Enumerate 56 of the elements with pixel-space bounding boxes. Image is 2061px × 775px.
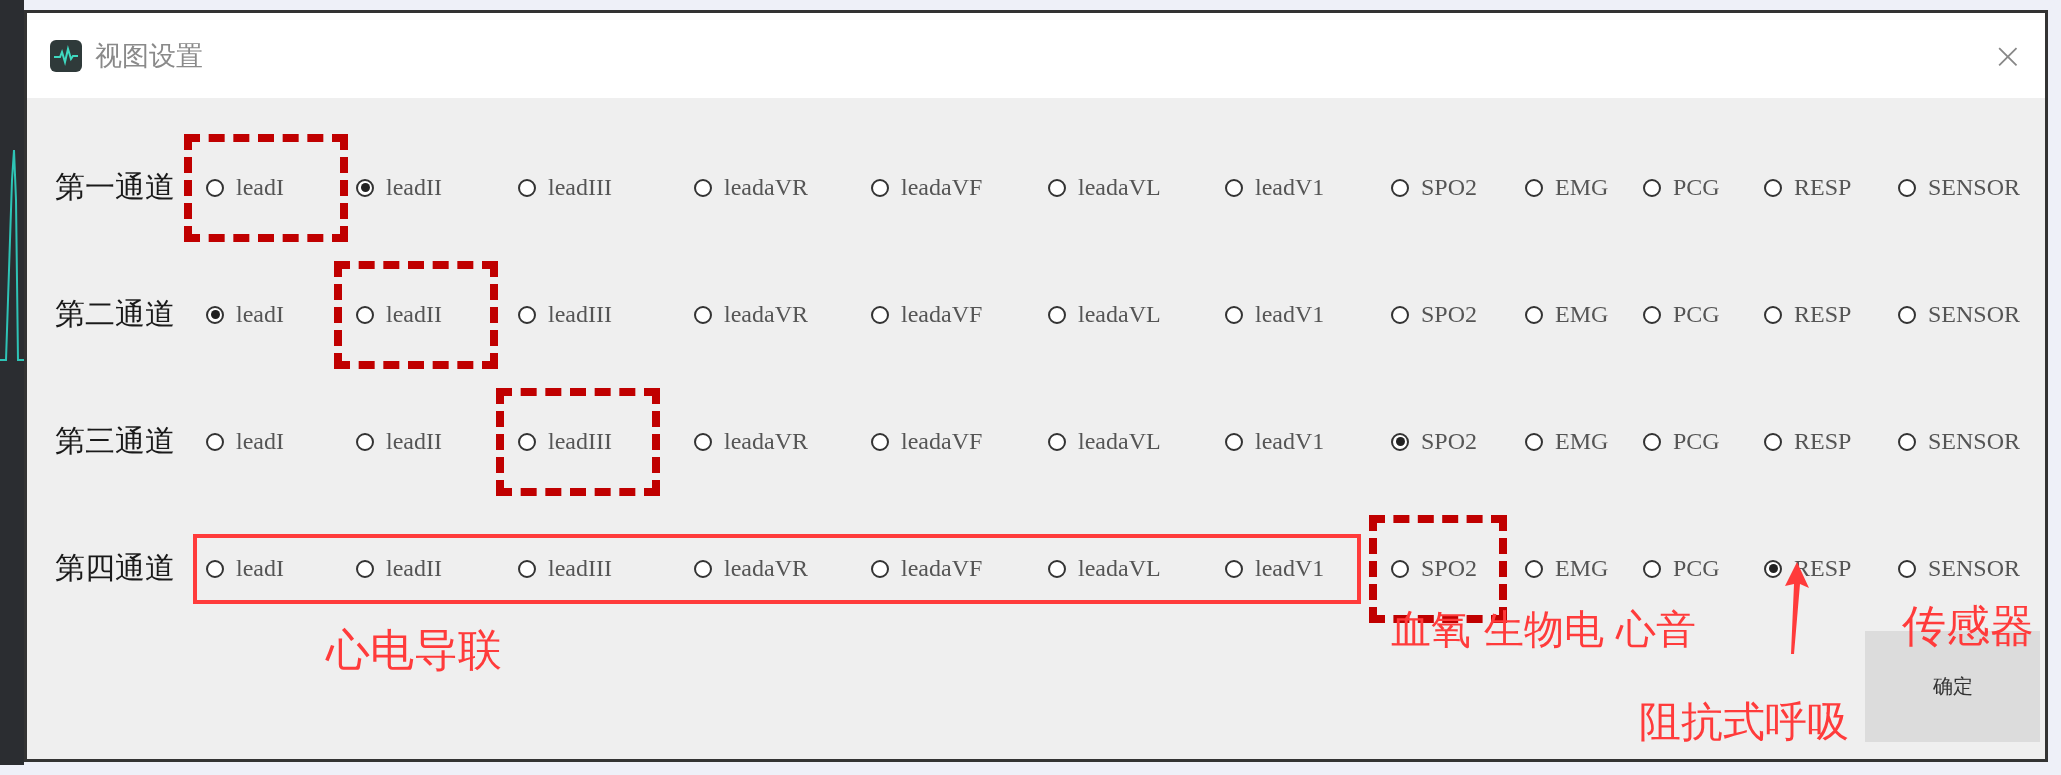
radio-option[interactable]: PCG (1643, 301, 1720, 328)
radio-option[interactable]: RESP (1764, 301, 1852, 328)
radio-option[interactable]: leadV1 (1225, 428, 1325, 455)
radio-option[interactable]: EMG (1525, 301, 1609, 328)
annotation-text: 阻抗式呼吸 (1639, 696, 1849, 748)
radio-option[interactable]: leadII (356, 174, 442, 201)
radio-option[interactable]: EMG (1525, 555, 1609, 582)
radio-option[interactable]: leadaVR (694, 301, 808, 328)
radio-option[interactable]: leadI (206, 174, 284, 201)
radio-option[interactable]: leadaVL (1048, 174, 1161, 201)
radio-option[interactable]: SENSOR (1898, 174, 2021, 201)
radio-option[interactable]: EMG (1525, 174, 1609, 201)
channel-label: 第二通道 (55, 295, 176, 333)
radio-option[interactable]: leadIII (518, 174, 612, 201)
radio-option[interactable]: SENSOR (1898, 555, 2021, 582)
radio-option[interactable]: leadIII (518, 555, 612, 582)
radio-option[interactable]: leadII (356, 428, 442, 455)
close-button[interactable]: × (1988, 37, 2027, 74)
radio-option[interactable]: EMG (1525, 428, 1609, 455)
radio-option[interactable]: leadaVL (1048, 428, 1161, 455)
radio-option[interactable]: leadV1 (1225, 555, 1325, 582)
radio-option[interactable]: leadIII (518, 301, 612, 328)
radio-option[interactable]: leadaVF (871, 174, 983, 201)
radio-option[interactable]: leadV1 (1225, 174, 1325, 201)
channel-label: 第四通道 (55, 549, 176, 587)
radio-option[interactable]: leadI (206, 428, 284, 455)
radio-option[interactable]: SPO2 (1391, 428, 1478, 455)
radio-option[interactable]: PCG (1643, 428, 1720, 455)
annotation-text: 心电导联 (326, 623, 502, 677)
app-icon (50, 39, 82, 72)
window-title: 视图设置 (95, 38, 204, 73)
radio-option[interactable]: RESP (1764, 428, 1852, 455)
radio-option[interactable]: leadV1 (1225, 301, 1325, 328)
radio-option[interactable]: PCG (1643, 555, 1720, 582)
radio-option[interactable]: SENSOR (1898, 301, 2021, 328)
radio-option[interactable]: leadI (206, 555, 284, 582)
radio-option[interactable]: leadaVF (871, 555, 983, 582)
radio-option[interactable]: RESP (1764, 174, 1852, 201)
radio-option[interactable]: leadIII (518, 428, 612, 455)
radio-option[interactable]: leadaVR (694, 555, 808, 582)
channel-label: 第一通道 (55, 168, 176, 206)
radio-option[interactable]: PCG (1643, 174, 1720, 201)
radio-option[interactable]: SPO2 (1391, 174, 1478, 201)
radio-option[interactable]: leadaVF (871, 428, 983, 455)
radio-option[interactable]: SPO2 (1391, 301, 1478, 328)
radio-option[interactable]: leadaVF (871, 301, 983, 328)
radio-option[interactable]: SPO2 (1391, 555, 1478, 582)
radio-option[interactable]: leadaVL (1048, 301, 1161, 328)
radio-option[interactable]: leadII (356, 301, 442, 328)
radio-option[interactable]: leadI (206, 301, 284, 328)
radio-option[interactable]: leadaVR (694, 428, 808, 455)
radio-option[interactable]: leadaVL (1048, 555, 1161, 582)
radio-option[interactable]: leadII (356, 555, 442, 582)
radio-option[interactable]: SENSOR (1898, 428, 2021, 455)
channel-label: 第三通道 (55, 422, 176, 460)
radio-option[interactable]: leadaVR (694, 174, 808, 201)
